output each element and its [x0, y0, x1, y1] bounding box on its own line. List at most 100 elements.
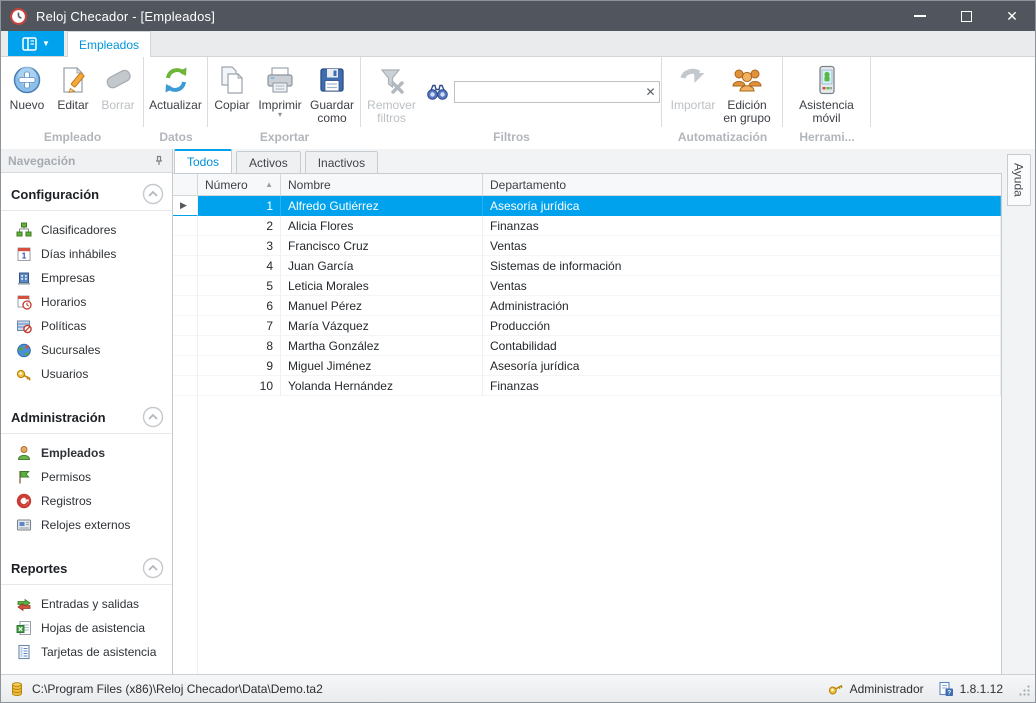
- clear-search-icon[interactable]: ✕: [645, 84, 655, 100]
- cell-nombre: Alicia Flores: [281, 216, 483, 236]
- sidebar-item-label: Políticas: [41, 319, 86, 333]
- grid-header-nombre[interactable]: Nombre: [281, 174, 483, 195]
- remove-filters-icon: [376, 64, 408, 96]
- row-indicator-cell: [173, 276, 198, 296]
- table-row[interactable]: 9 Miguel Jiménez Asesoría jurídica: [173, 356, 1001, 376]
- row-indicator-cell: [173, 236, 198, 256]
- app-menu-button[interactable]: ▼: [8, 31, 64, 56]
- editar-button[interactable]: Editar: [50, 62, 96, 114]
- cell-numero: 5: [198, 276, 281, 296]
- resize-grip[interactable]: [1017, 683, 1031, 697]
- section-header-reportes[interactable]: Reportes: [1, 551, 172, 585]
- sidebar-item-permisos[interactable]: Permisos: [1, 465, 172, 489]
- nuevo-button[interactable]: Nuevo: [4, 62, 50, 114]
- asistencia-movil-button[interactable]: Asistencia móvil: [794, 62, 860, 127]
- dropdown-caret-icon: ▾: [278, 112, 282, 118]
- table-row[interactable]: ▶ 1 Alfredo Gutiérrez Asesoría jurídica: [173, 196, 1001, 216]
- button-label: Actualizar: [149, 99, 202, 112]
- table-row[interactable]: 6 Manuel Pérez Administración: [173, 296, 1001, 316]
- table-row[interactable]: 5 Leticia Morales Ventas: [173, 276, 1001, 296]
- pin-icon[interactable]: [153, 155, 165, 167]
- table-row[interactable]: 8 Martha González Contabilidad: [173, 336, 1001, 356]
- main-area: Navegación Configuración: [1, 149, 1035, 674]
- right-dock-strip: Ayuda: [1002, 149, 1035, 674]
- navigation-title: Navegación: [8, 154, 75, 168]
- table-row[interactable]: 2 Alicia Flores Finanzas: [173, 216, 1001, 236]
- cell-nombre: Juan García: [281, 256, 483, 276]
- grid-header-numero[interactable]: Número ▲: [198, 174, 281, 195]
- cell-departamento: Producción: [483, 316, 1001, 336]
- table-row[interactable]: 7 María Vázquez Producción: [173, 316, 1001, 336]
- group-edit-icon: [731, 64, 763, 96]
- cell-nombre: Alfredo Gutiérrez: [281, 196, 483, 216]
- cell-nombre: Martha González: [281, 336, 483, 356]
- employees-grid: Número ▲ Nombre Departamento ▶ 1 Alfredo…: [173, 173, 1002, 674]
- button-label: Borrar: [101, 99, 134, 112]
- cell-departamento: Ventas: [483, 276, 1001, 296]
- sidebar-item-label: Registros: [41, 494, 92, 508]
- tab-ayuda[interactable]: Ayuda: [1007, 154, 1031, 206]
- sidebar-item-label: Empleados: [41, 446, 105, 460]
- collapse-arrow-icon[interactable]: [142, 183, 164, 205]
- table-row[interactable]: 10 Yolanda Hernández Finanzas: [173, 376, 1001, 396]
- maximize-button[interactable]: [943, 1, 989, 31]
- actualizar-button[interactable]: Actualizar: [145, 62, 207, 114]
- guardar-como-button[interactable]: Guardar como: [305, 62, 359, 127]
- imprimir-button[interactable]: Imprimir ▾: [255, 62, 305, 120]
- search-input[interactable]: [454, 81, 660, 103]
- sidebar-item-empleados[interactable]: Empleados: [1, 441, 172, 465]
- button-label: Edición en grupo: [719, 99, 775, 125]
- sidebar-item-entradas-salidas[interactable]: Entradas y salidas: [1, 592, 172, 616]
- tab-todos[interactable]: Todos: [174, 149, 232, 173]
- tab-activos[interactable]: Activos: [236, 151, 301, 173]
- current-user: Administrador: [850, 682, 924, 696]
- flag-icon: [16, 469, 32, 485]
- close-button[interactable]: ✕: [989, 1, 1035, 31]
- sidebar-item-sucursales[interactable]: Sucursales: [1, 338, 172, 362]
- section-header-administracion[interactable]: Administración: [1, 400, 172, 434]
- sidebar-item-tarjetas-asistencia[interactable]: Tarjetas de asistencia: [1, 640, 172, 664]
- table-row[interactable]: 4 Juan García Sistemas de información: [173, 256, 1001, 276]
- close-icon: ✕: [1006, 9, 1018, 23]
- sidebar-item-label: Entradas y salidas: [41, 597, 139, 611]
- sidebar-item-dias-inhabiles[interactable]: 1 Días inhábiles: [1, 242, 172, 266]
- cell-numero: 7: [198, 316, 281, 336]
- sidebar-item-empresas[interactable]: Empresas: [1, 266, 172, 290]
- sidebar-item-label: Permisos: [41, 470, 91, 484]
- sidebar-item-relojes-externos[interactable]: Relojes externos: [1, 513, 172, 537]
- collapse-arrow-icon[interactable]: [142, 406, 164, 428]
- cell-departamento: Sistemas de información: [483, 256, 1001, 276]
- cell-numero: 8: [198, 336, 281, 356]
- svg-text:?: ?: [947, 689, 951, 696]
- importar-button: Importar: [668, 62, 718, 114]
- sidebar-item-registros[interactable]: Registros: [1, 489, 172, 513]
- ribbon-group-datos: Actualizar Datos: [144, 57, 208, 149]
- section-header-configuracion[interactable]: Configuración: [1, 177, 172, 211]
- edit-icon: [57, 64, 89, 96]
- table-row[interactable]: 3 Francisco Cruz Ventas: [173, 236, 1001, 256]
- tab-empleados[interactable]: Empleados: [67, 31, 151, 57]
- sidebar-item-hojas-asistencia[interactable]: Hojas de asistencia: [1, 616, 172, 640]
- edicion-en-grupo-button[interactable]: Edición en grupo: [718, 62, 776, 127]
- sidebar-item-usuarios[interactable]: Usuarios: [1, 362, 172, 386]
- grid-header-indicator: [173, 174, 198, 195]
- ribbon: Nuevo Editar Borrar: [1, 57, 1035, 149]
- status-database: C:\Program Files (x86)\Reloj Checador\Da…: [9, 681, 323, 697]
- copiar-button[interactable]: Copiar: [209, 62, 255, 114]
- title-bar: Reloj Checador - [Empleados] ✕: [1, 1, 1035, 31]
- records-icon: [16, 493, 32, 509]
- key-icon: [16, 366, 32, 382]
- content-area: Todos Activos Inactivos Número ▲ Nombre …: [173, 149, 1002, 674]
- sidebar-item-label: Hojas de asistencia: [41, 621, 145, 635]
- button-label: Remover filtros: [364, 99, 420, 125]
- sidebar-item-clasificadores[interactable]: Clasificadores: [1, 218, 172, 242]
- collapse-arrow-icon[interactable]: [142, 557, 164, 579]
- holidays-icon: 1: [16, 246, 32, 262]
- sidebar-item-politicas[interactable]: Políticas: [1, 314, 172, 338]
- sidebar-item-horarios[interactable]: Horarios: [1, 290, 172, 314]
- copy-icon: [216, 64, 248, 96]
- grid-header-departamento[interactable]: Departamento: [483, 174, 1001, 195]
- tab-inactivos[interactable]: Inactivos: [305, 151, 378, 173]
- minimize-button[interactable]: [897, 1, 943, 31]
- borrar-button: Borrar: [96, 62, 140, 114]
